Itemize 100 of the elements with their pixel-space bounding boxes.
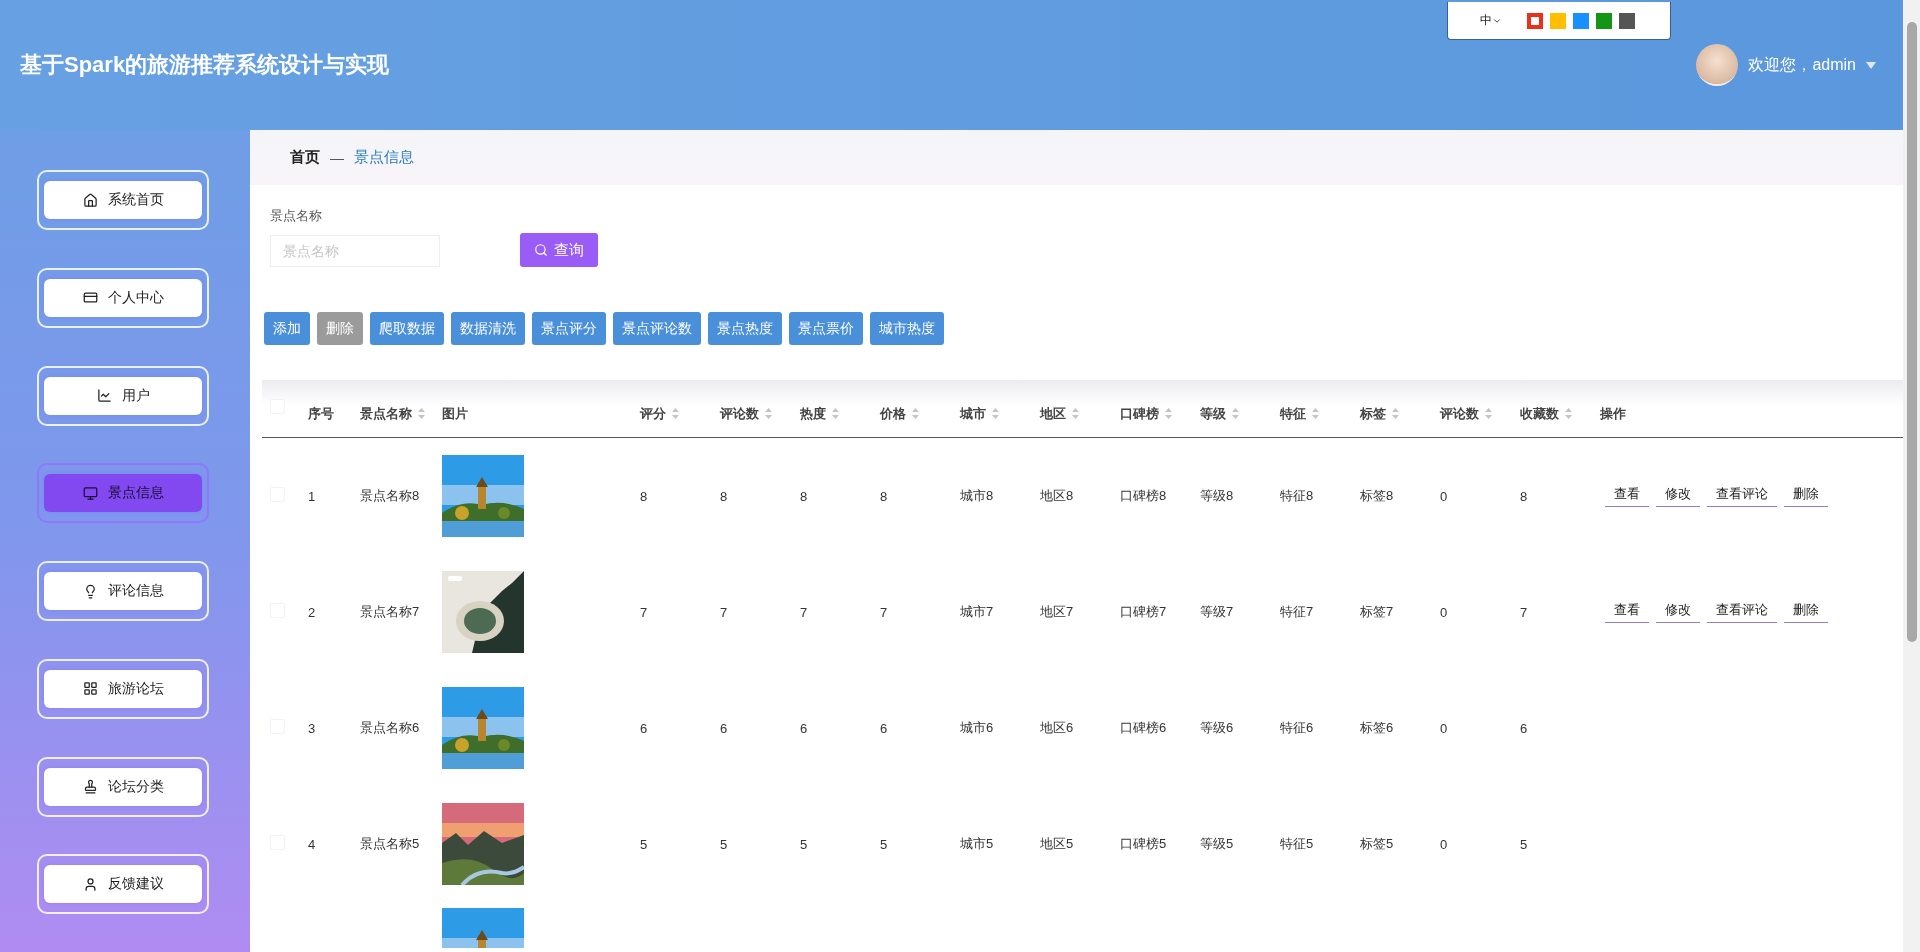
- breadcrumb-link[interactable]: 首页: [290, 148, 320, 167]
- table-cell-text: 8: [1520, 488, 1529, 504]
- sort-icon[interactable]: [992, 408, 999, 419]
- table-cell-text: 特征7: [1280, 603, 1315, 621]
- grid-icon: [82, 681, 98, 697]
- sort-icon[interactable]: [765, 408, 772, 419]
- table-cell-text: 城市5: [960, 835, 995, 853]
- menu-item[interactable]: 景点信息: [44, 474, 202, 513]
- table-cell-text: 等级6: [1200, 719, 1235, 737]
- table-cell-text: 等级8: [1200, 487, 1235, 505]
- menu-item[interactable]: 用户: [44, 376, 202, 415]
- column-header[interactable]: 等级: [1200, 404, 1239, 423]
- table-cell-text: 城市8: [960, 487, 995, 505]
- table-cell-text: 5: [640, 836, 649, 852]
- table-cell-text: 8: [800, 488, 809, 504]
- column-header: 图片: [442, 404, 468, 423]
- color-swatch[interactable]: [1527, 12, 1543, 29]
- column-header[interactable]: 收藏数: [1520, 404, 1572, 423]
- color-swatch[interactable]: [1619, 12, 1635, 29]
- stamp-icon: [82, 779, 98, 794]
- table-cell-text: 7: [1520, 604, 1529, 620]
- color-swatch[interactable]: [1596, 12, 1612, 29]
- table-cell-text: 标签5: [1360, 835, 1395, 853]
- column-header[interactable]: 地区: [1040, 404, 1079, 423]
- column-header[interactable]: 标签: [1360, 404, 1399, 423]
- avatar[interactable]: [1696, 44, 1739, 86]
- column-header[interactable]: 城市: [960, 404, 999, 423]
- menu-item[interactable]: 个人中心: [44, 278, 202, 317]
- scrollbar[interactable]: [1903, 0, 1920, 952]
- sort-icon[interactable]: [912, 408, 919, 419]
- table-cell-text: 地区7: [1040, 603, 1075, 621]
- column-header[interactable]: 价格: [880, 404, 919, 423]
- home-icon: [82, 192, 98, 208]
- query-button[interactable]: 查询: [520, 233, 598, 267]
- chart-icon: [96, 388, 112, 403]
- table-cell-text: 8: [880, 488, 889, 504]
- menu-item[interactable]: 评论信息: [44, 572, 202, 610]
- column-header[interactable]: 特征: [1280, 404, 1319, 423]
- sort-icon[interactable]: [832, 408, 839, 419]
- menu-item[interactable]: 系统首页: [44, 181, 202, 219]
- table-cell-text: 0: [1440, 720, 1449, 736]
- table-cell-text: 等级5: [1200, 835, 1235, 853]
- sort-icon[interactable]: [1565, 408, 1572, 419]
- table-cell-text: 2: [308, 604, 317, 620]
- column-header[interactable]: 评分: [640, 404, 679, 423]
- table-cell-text: 6: [640, 720, 649, 736]
- app-title: 基于Spark的旅游推荐系统设计与实现: [20, 51, 390, 79]
- table-cell-text: 城市6: [960, 719, 995, 737]
- table-cell-text: 7: [880, 604, 889, 620]
- table-cell-text: 标签7: [1360, 603, 1395, 621]
- sort-icon[interactable]: [1072, 408, 1079, 419]
- color-swatch[interactable]: [1573, 12, 1589, 29]
- menu-item[interactable]: 旅游论坛: [44, 669, 202, 708]
- table-cell-text: 景点名称6: [360, 719, 421, 737]
- table-cell-text: 景点名称7: [360, 603, 421, 621]
- table-cell-text: 0: [1440, 836, 1449, 852]
- table-cell-text: 等级7: [1200, 603, 1235, 621]
- caret-icon[interactable]: [1866, 61, 1876, 69]
- column-header[interactable]: 评论数: [720, 404, 772, 423]
- table-cell-text: 6: [880, 720, 889, 736]
- sort-icon[interactable]: [1485, 408, 1492, 419]
- column-header[interactable]: 热度: [800, 404, 839, 423]
- language-dropdown[interactable]: 中: [1480, 12, 1502, 29]
- column-header[interactable]: 评论数: [1440, 404, 1492, 423]
- table-cell-text: 景点名称5: [360, 835, 421, 853]
- table-cell-text: 标签6: [1360, 719, 1395, 737]
- table-cell-text: 标签8: [1360, 487, 1395, 505]
- color-swatch[interactable]: [1550, 12, 1566, 29]
- table-cell-text: 0: [1440, 604, 1449, 620]
- table-cell-text: 7: [800, 604, 809, 620]
- sort-icon[interactable]: [1312, 408, 1319, 419]
- table-cell-text: 1: [308, 488, 317, 504]
- menu-item[interactable]: 反馈建议: [44, 865, 202, 904]
- field-label: 景点名称: [270, 207, 323, 225]
- table-cell-text: 0: [1440, 488, 1449, 504]
- table-cell-text: 7: [720, 604, 729, 620]
- scrollbar-thumb[interactable]: [1907, 22, 1917, 642]
- table-cell-text: 3: [308, 720, 317, 736]
- sort-icon[interactable]: [1165, 408, 1172, 419]
- monitor-icon: [82, 485, 98, 501]
- sort-icon[interactable]: [672, 408, 679, 419]
- menu-item[interactable]: 论坛分类: [44, 767, 202, 806]
- table-cell-text: 特征5: [1280, 835, 1315, 853]
- card-icon: [82, 290, 98, 306]
- column-header: 操作: [1600, 404, 1626, 423]
- table-cell-text: 6: [800, 720, 809, 736]
- table-cell-text: 口碑榜7: [1120, 603, 1168, 621]
- table-cell-text: 8: [720, 488, 729, 504]
- sort-icon[interactable]: [1232, 408, 1239, 419]
- sort-icon[interactable]: [418, 408, 425, 419]
- table-cell-text: 4: [308, 836, 317, 852]
- sort-icon[interactable]: [1392, 408, 1399, 419]
- table-cell-text: 地区5: [1040, 835, 1075, 853]
- column-header[interactable]: 口碑榜: [1120, 404, 1172, 423]
- table-cell-text: 地区8: [1040, 487, 1075, 505]
- column-header[interactable]: 景点名称: [360, 404, 425, 423]
- table-cell-text: 5: [800, 836, 809, 852]
- table-cell-text: 7: [640, 604, 649, 620]
- table-cell-text: 景点名称8: [360, 487, 421, 505]
- table-cell-text: 口碑榜5: [1120, 835, 1168, 853]
